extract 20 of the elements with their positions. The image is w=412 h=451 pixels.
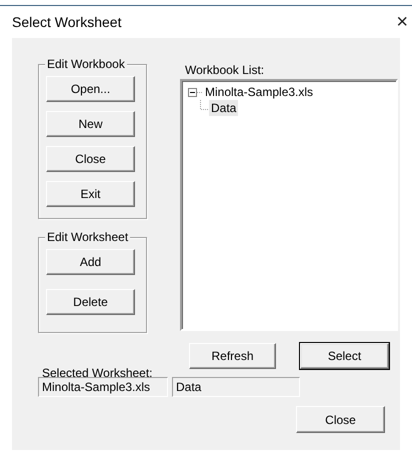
selected-worksheet-label: Selected Worksheet:	[41, 366, 154, 380]
collapse-icon[interactable]	[188, 88, 203, 96]
push-button[interactable]: Open...	[46, 76, 135, 102]
worksheet-field: Data	[172, 377, 300, 397]
list-label: Workbook List:	[185, 64, 266, 76]
workbook-field: Minolta-Sample3.xls	[38, 377, 168, 397]
window-title: Select Worksheet	[12, 14, 122, 30]
close-icon[interactable]: ×	[396, 12, 408, 32]
tree-item[interactable]: Minolta-Sample3.xls	[203, 84, 316, 100]
group-title: Edit Workbook	[45, 57, 127, 71]
group-title: Edit Worksheet	[45, 230, 130, 244]
push-button[interactable]: Exit	[46, 181, 135, 207]
push-button[interactable]: Close	[46, 146, 135, 172]
push-button[interactable]: Delete	[46, 289, 135, 315]
push-button[interactable]: New	[46, 111, 135, 137]
push-button[interactable]: Refresh	[189, 343, 276, 369]
tree-item[interactable]: Data	[209, 100, 238, 116]
push-button[interactable]: Close	[296, 406, 385, 433]
push-button[interactable]: Add	[46, 249, 135, 275]
push-button[interactable]: Select	[300, 343, 389, 369]
